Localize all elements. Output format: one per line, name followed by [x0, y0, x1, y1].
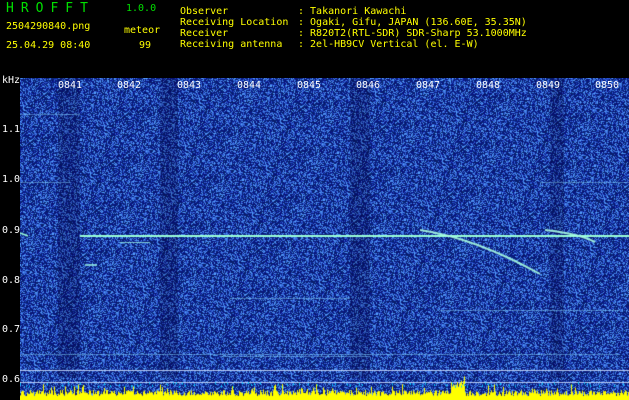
info-label-location: Receiving Location: [180, 17, 289, 28]
time-tick-label: 0843: [177, 80, 202, 91]
time-tick-label: 0846: [356, 80, 381, 91]
freq-tick-label: 0.8: [2, 275, 21, 286]
hrofft-screen: { "header": { "app_name": "HROFFT", "ver…: [0, 0, 629, 400]
time-tick-label: 0848: [476, 80, 501, 91]
info-label-antenna: Receiving antenna: [180, 39, 283, 50]
spectrogram-plot: [20, 78, 629, 400]
freq-tick-label: 0.7: [2, 324, 21, 335]
time-tick-label: 0841: [58, 80, 83, 91]
time-tick-label: 0845: [297, 80, 322, 91]
meteor-count: 99: [139, 40, 152, 51]
image-filename: 2504290840.png: [6, 21, 91, 32]
time-tick-label: 0842: [117, 80, 142, 91]
info-value-observer: : Takanori Kawachi: [298, 6, 407, 17]
time-tick-label: 0850: [595, 80, 620, 91]
time-tick-label: 0849: [536, 80, 561, 91]
info-label-receiver: Receiver: [180, 28, 229, 39]
observation-datetime: 25.04.29 08:40: [6, 40, 91, 51]
freq-tick-label: 0.6: [2, 374, 21, 385]
app-name: HROFFT: [6, 1, 95, 16]
freq-tick-label: 1.1: [2, 124, 21, 135]
info-value-antenna: : 2el-HB9CV Vertical (el. E-W): [298, 39, 479, 50]
info-value-receiver: : R820T2(RTL-SDR) SDR-Sharp 53.1000MHz: [298, 28, 527, 39]
freq-tick-label: 0.9: [2, 225, 21, 236]
freq-tick-label: 1.0: [2, 174, 21, 185]
info-value-location: : Ogaki, Gifu, JAPAN (136.60E, 35.35N): [298, 17, 527, 28]
time-tick-label: 0844: [237, 80, 262, 91]
time-tick-label: 0847: [416, 80, 441, 91]
info-label-observer: Observer: [180, 6, 229, 17]
frequency-unit-label: kHz: [2, 75, 21, 86]
detection-mode: meteor: [124, 25, 161, 36]
app-version: 1.0.0: [126, 3, 157, 14]
